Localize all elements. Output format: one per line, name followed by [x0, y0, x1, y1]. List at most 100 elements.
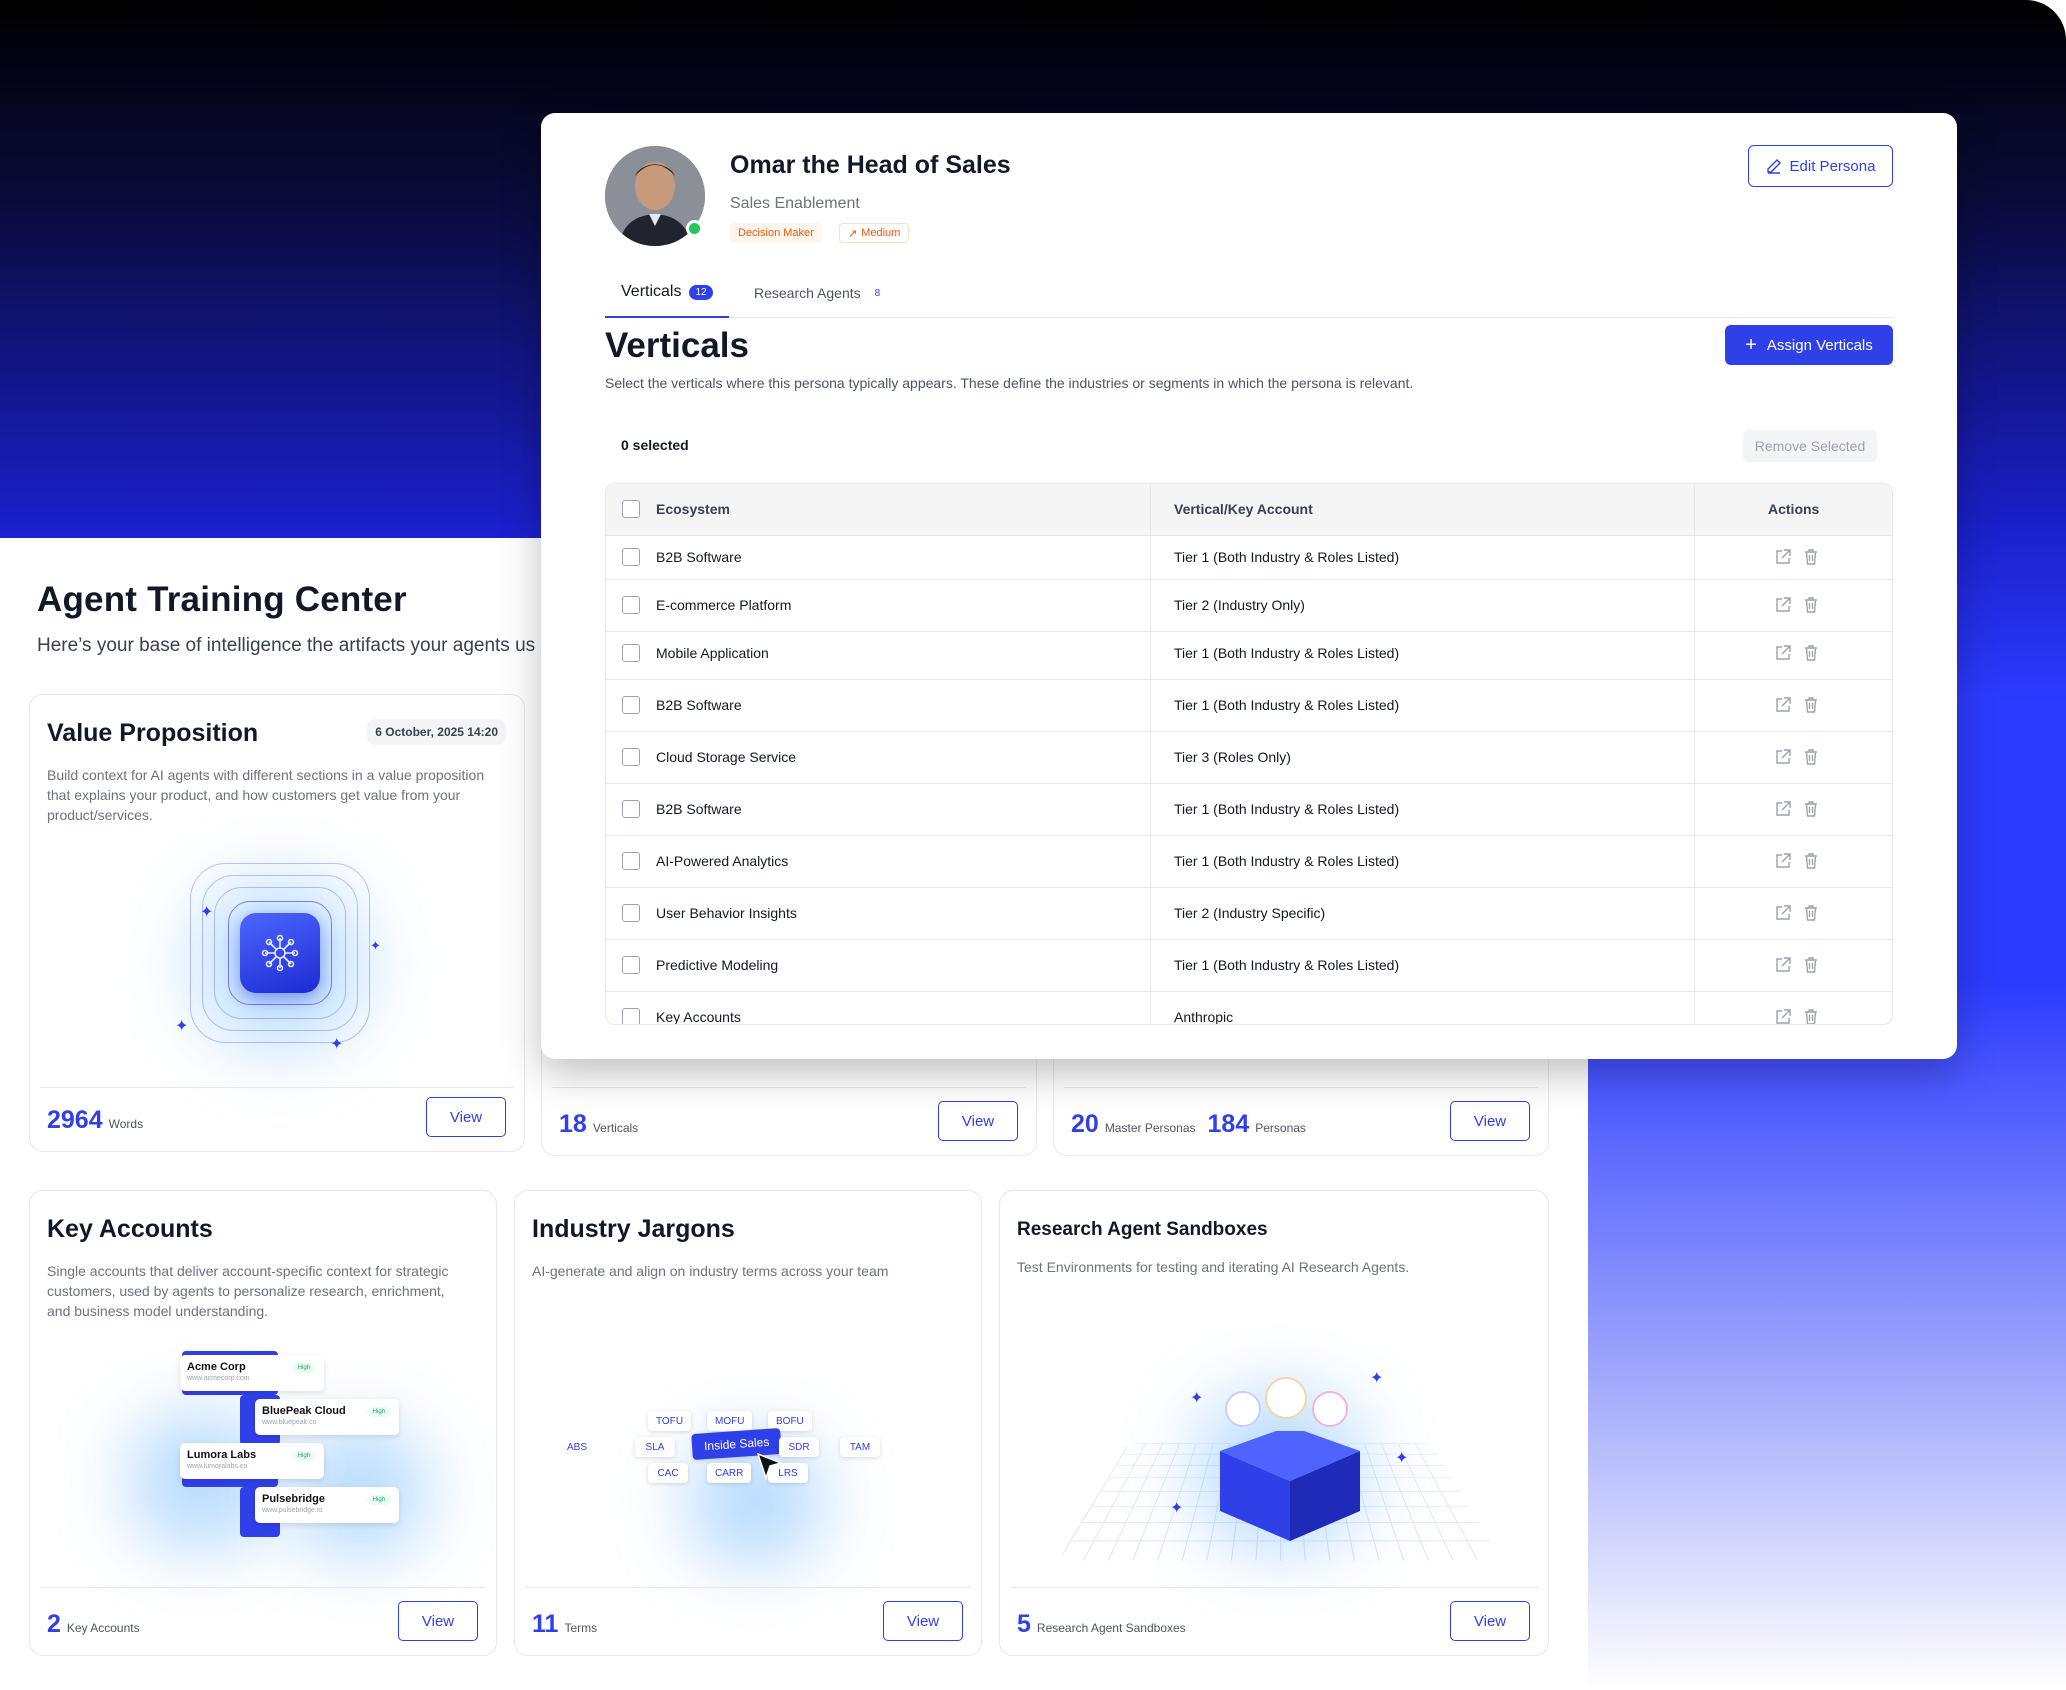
value-proposition-card[interactable]: Value Proposition 6 October, 2025 14:20 …	[29, 694, 525, 1152]
card-title: Research Agent Sandboxes	[1017, 1219, 1268, 1240]
trash-icon[interactable]	[1802, 1008, 1820, 1024]
table-row[interactable]: Mobile Application Tier 1 (Both Industry …	[606, 628, 1892, 680]
card-description: Test Environments for testing and iterat…	[1017, 1259, 1410, 1275]
row-checkbox[interactable]	[622, 956, 640, 974]
word-count-label: Words	[108, 1117, 144, 1131]
vertical-cell: Anthropic	[1174, 1009, 1234, 1025]
vertical-cell: Tier 1 (Both Industry & Roles Listed)	[1174, 549, 1400, 565]
card-title: Key Accounts	[47, 1215, 213, 1243]
row-checkbox[interactable]	[622, 548, 640, 566]
external-link-icon[interactable]	[1774, 748, 1792, 766]
ecosystem-cell: User Behavior Insights	[656, 905, 797, 921]
card-stats: 2964 Words	[47, 1106, 143, 1135]
row-actions	[1774, 1008, 1820, 1024]
tab-research-agents[interactable]: Research Agents 8	[740, 268, 900, 318]
page-subtitle: Here’s your base of intelligence the art…	[37, 635, 536, 656]
trash-icon[interactable]	[1802, 904, 1820, 922]
column-header-actions: Actions	[1768, 501, 1820, 517]
sandbox-illustration: ✦ ✦ ✦ ✦	[1058, 1351, 1502, 1581]
ecosystem-cell: B2B Software	[656, 697, 742, 713]
external-link-icon[interactable]	[1774, 548, 1792, 566]
date-badge: 6 October, 2025 14:20	[367, 719, 506, 745]
card-stats: 20 Master Personas 184 Personas	[1071, 1110, 1306, 1139]
vertical-cell: Tier 1 (Both Industry & Roles Listed)	[1174, 697, 1400, 713]
ecosystem-cell: Key Accounts	[656, 1009, 741, 1025]
ecosystem-cell: Cloud Storage Service	[656, 749, 797, 765]
row-checkbox[interactable]	[622, 748, 640, 766]
priority-badge: High	[366, 1495, 391, 1505]
view-button[interactable]: View	[426, 1097, 506, 1137]
row-checkbox[interactable]	[622, 904, 640, 922]
sparkle-icon: ✦	[370, 938, 381, 953]
external-link-icon[interactable]	[1774, 956, 1792, 974]
tab-verticals[interactable]: Verticals 12	[605, 268, 729, 318]
table-row[interactable]: B2B Software Tier 1 (Both Industry & Role…	[606, 680, 1892, 732]
table-row[interactable]: Cloud Storage Service Tier 3 (Roles Only)	[606, 732, 1892, 784]
row-actions	[1774, 904, 1820, 922]
row-checkbox[interactable]	[622, 644, 640, 662]
account-card: BluePeak Cloud www.bluepeak.co High	[255, 1399, 399, 1435]
trash-icon[interactable]	[1802, 748, 1820, 766]
select-all-checkbox[interactable]	[622, 500, 640, 518]
table-row[interactable]: Key Accounts Anthropic	[606, 992, 1892, 1025]
external-link-icon[interactable]	[1774, 1008, 1792, 1024]
ecosystem-cell: Predictive Modeling	[656, 957, 779, 973]
column-header-ecosystem: Ecosystem	[656, 501, 730, 517]
account-url: www.lumoralabs.co	[187, 1463, 248, 1470]
key-accounts-card[interactable]: Key Accounts Single accounts that delive…	[29, 1190, 497, 1656]
row-actions	[1774, 852, 1820, 870]
industry-jargons-card[interactable]: Industry Jargons AI-generate and align o…	[514, 1190, 982, 1656]
column-header-vertical: Vertical/Key Account	[1174, 501, 1313, 517]
view-button[interactable]: View	[398, 1601, 478, 1641]
verticals-table: Ecosystem Vertical/Key Account Actions B…	[605, 483, 1893, 1025]
trash-icon[interactable]	[1802, 548, 1820, 566]
edit-persona-button[interactable]: Edit Persona	[1748, 145, 1893, 187]
trash-icon[interactable]	[1802, 696, 1820, 714]
trash-icon[interactable]	[1802, 852, 1820, 870]
table-row[interactable]: E-commerce Platform Tier 2 (Industry Only…	[606, 580, 1892, 632]
accounts-count: 2	[47, 1610, 61, 1638]
view-button[interactable]: View	[883, 1601, 963, 1641]
row-checkbox[interactable]	[622, 1008, 640, 1024]
trash-icon[interactable]	[1802, 644, 1820, 662]
view-button[interactable]: View	[938, 1101, 1018, 1141]
verticals-count: 18	[559, 1110, 587, 1138]
row-actions	[1774, 596, 1820, 614]
view-button[interactable]: View	[1450, 1601, 1530, 1641]
table-row[interactable]: B2B Software Tier 1 (Both Industry & Role…	[606, 536, 1892, 580]
term-chip: SDR	[779, 1437, 819, 1457]
table-row[interactable]: Predictive Modeling Tier 1 (Both Industry…	[606, 940, 1892, 992]
row-checkbox[interactable]	[622, 596, 640, 614]
section-title: Verticals	[605, 326, 749, 365]
view-button[interactable]: View	[1450, 1101, 1530, 1141]
external-link-icon[interactable]	[1774, 904, 1792, 922]
sandboxes-card[interactable]: Research Agent Sandboxes Test Environmen…	[999, 1190, 1549, 1656]
trash-icon[interactable]	[1802, 800, 1820, 818]
card-stats: 11 Terms	[532, 1610, 597, 1639]
external-link-icon[interactable]	[1774, 696, 1792, 714]
card-description: Build context for AI agents with differe…	[47, 767, 485, 823]
row-checkbox[interactable]	[622, 800, 640, 818]
terms-count-label: Terms	[564, 1621, 598, 1635]
external-link-icon[interactable]	[1774, 596, 1792, 614]
bubble-icon	[1225, 1391, 1261, 1427]
row-checkbox[interactable]	[622, 852, 640, 870]
vertical-cell: Tier 1 (Both Industry & Roles Listed)	[1174, 645, 1400, 661]
table-row[interactable]: AI-Powered Analytics Tier 1 (Both Industr…	[606, 836, 1892, 888]
term-chip: TAM	[840, 1437, 880, 1457]
assign-verticals-button[interactable]: + Assign Verticals	[1725, 325, 1893, 365]
external-link-icon[interactable]	[1774, 800, 1792, 818]
external-link-icon[interactable]	[1774, 644, 1792, 662]
table-row[interactable]: User Behavior Insights Tier 2 (Industry S…	[606, 888, 1892, 940]
external-link-icon[interactable]	[1774, 852, 1792, 870]
trash-icon[interactable]	[1802, 596, 1820, 614]
row-checkbox[interactable]	[622, 696, 640, 714]
trash-icon[interactable]	[1802, 956, 1820, 974]
pencil-icon	[1766, 159, 1781, 174]
vertical-cell: Tier 1 (Both Industry & Roles Listed)	[1174, 957, 1400, 973]
decision-maker-tag: Decision Maker	[730, 223, 822, 243]
table-row[interactable]: B2B Software Tier 1 (Both Industry & Role…	[606, 784, 1892, 836]
sandboxes-count: 5	[1017, 1610, 1031, 1638]
priority-badge: High	[366, 1407, 391, 1417]
remove-selected-button[interactable]: Remove Selected	[1743, 430, 1877, 462]
